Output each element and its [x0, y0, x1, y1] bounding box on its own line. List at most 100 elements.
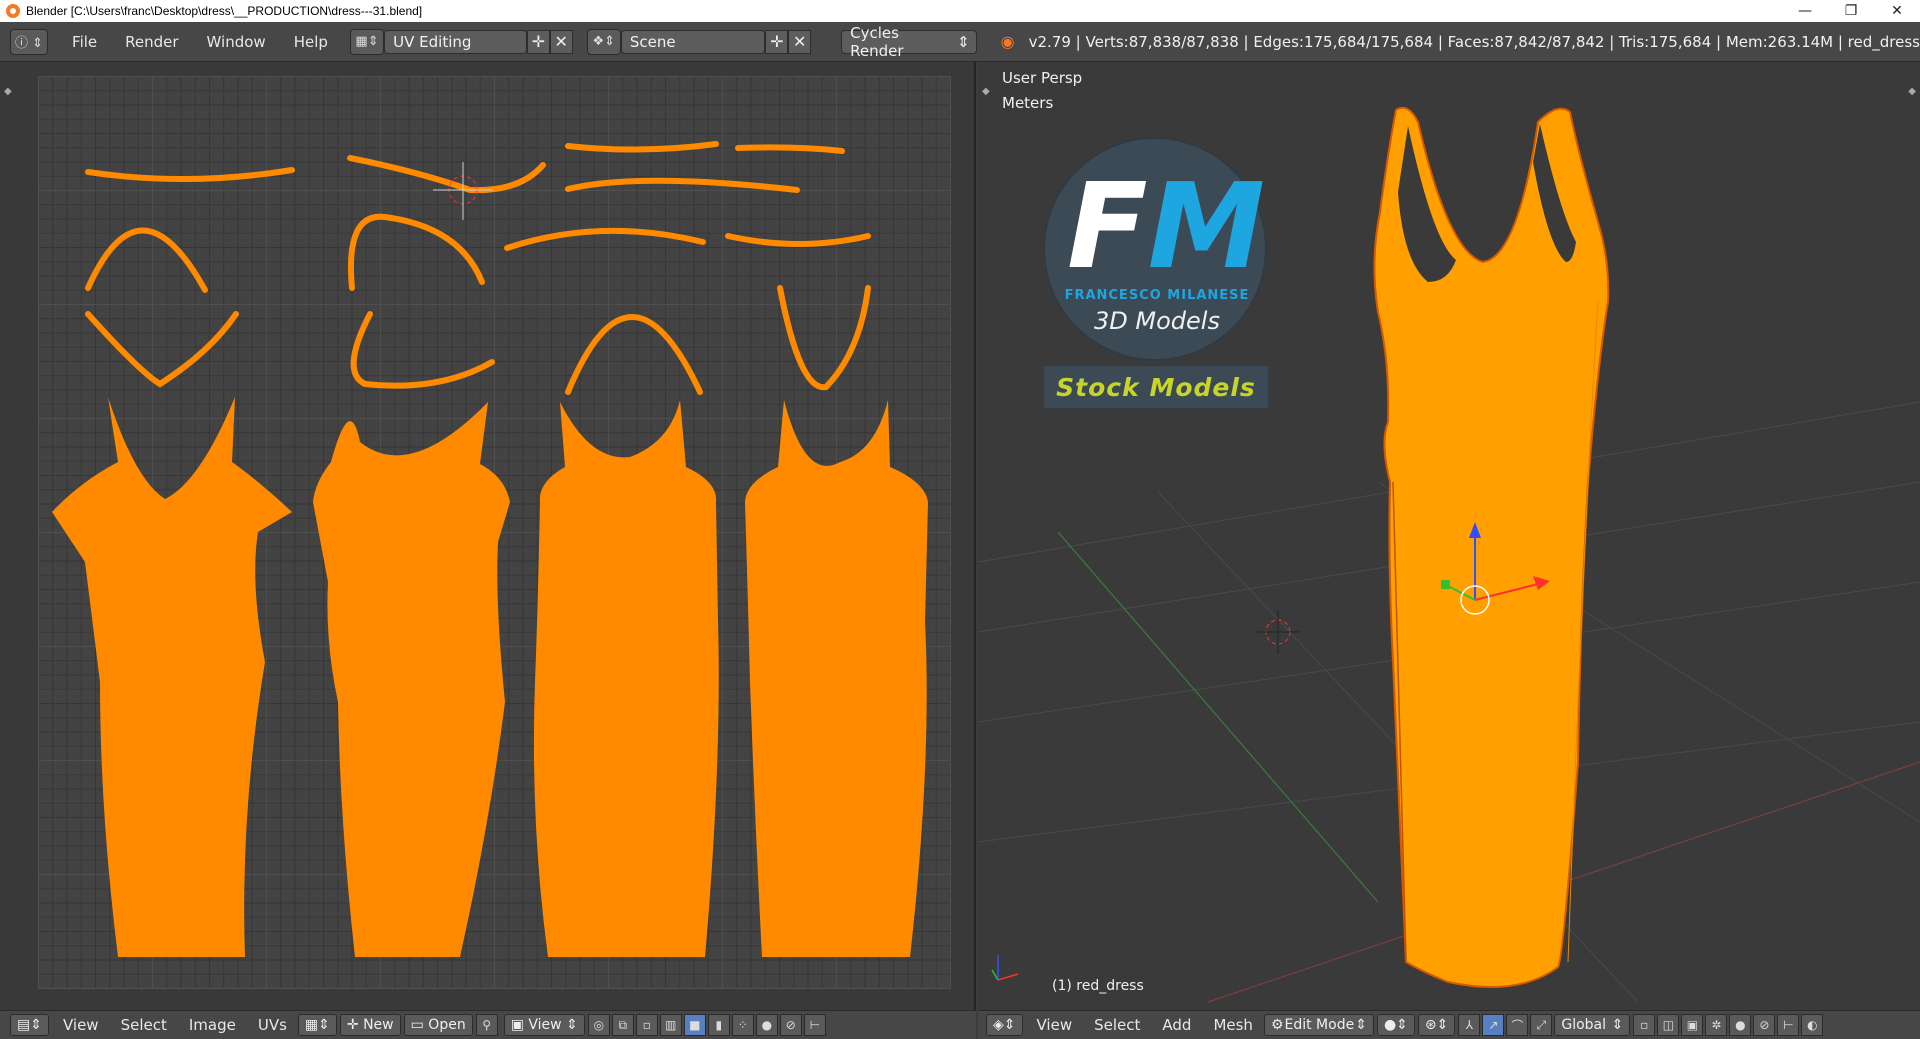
add-layout-button[interactable]: ✛	[526, 29, 550, 54]
editor-type-button[interactable]: ◈⇕	[986, 1014, 1023, 1036]
plus-icon: ✛	[770, 32, 784, 51]
render-engine-value: Cycles Render	[850, 23, 904, 60]
menu-help[interactable]: Help	[280, 33, 342, 51]
uv-editor-header: ▤⇕ View Select Image UVs ▦⇕ ✛ New ▭ Open…	[0, 1010, 976, 1039]
rotate-manipulator-icon[interactable]: ⌒	[1506, 1014, 1529, 1036]
editor-type-info-button[interactable]: ⓘ ⇕	[10, 28, 49, 55]
translate-manipulator-icon[interactable]: ↗	[1482, 1014, 1505, 1036]
3d-viewport[interactable]: ◆ ◆ User Persp Meters FM FRANCESCO MILAN…	[978, 62, 1920, 1010]
limit-selection-icon[interactable]: ✲	[1705, 1014, 1728, 1036]
red-dress-mesh[interactable]	[1373, 106, 1610, 988]
chevron-updown-icon: ⇕	[957, 32, 970, 51]
vertex-select-mode-icon[interactable]: ▫	[1633, 1014, 1656, 1036]
logo-banner: Stock Models	[1043, 365, 1269, 409]
uv-dress-panels	[52, 397, 928, 957]
menu-mesh[interactable]: Mesh	[1202, 1016, 1264, 1034]
layout-icon: ▦⇕	[355, 34, 379, 49]
view-icon: ▣	[510, 1017, 529, 1033]
screen-layout-field[interactable]: UV Editing	[384, 29, 527, 54]
menu-file[interactable]: File	[58, 33, 111, 51]
close-button[interactable]: ✕	[1874, 0, 1920, 22]
chevron-updown-icon: ⇕	[1355, 1017, 1367, 1033]
menu-select[interactable]: Select	[1083, 1016, 1151, 1034]
minimize-button[interactable]: —	[1782, 0, 1828, 22]
menu-image[interactable]: Image	[178, 1016, 247, 1034]
face-select-icon[interactable]: ■	[683, 1014, 706, 1036]
pivot-select[interactable]: ⊛⇕	[1417, 1014, 1456, 1036]
plus-icon: ✛	[346, 1017, 364, 1033]
menu-render[interactable]: Render	[111, 33, 192, 51]
pivot-icon[interactable]: ◎	[587, 1014, 610, 1036]
folder-icon: ▭	[410, 1017, 429, 1033]
menu-view[interactable]: View	[1026, 1016, 1084, 1034]
snap-target-icon[interactable]: ⊢	[803, 1014, 826, 1036]
menu-uvs[interactable]: UVs	[247, 1016, 298, 1034]
remove-scene-button[interactable]: ✕	[788, 29, 812, 54]
new-label: New	[363, 1017, 394, 1033]
shading-select[interactable]: ●⇕	[1376, 1014, 1415, 1036]
maximize-button[interactable]: ❐	[1828, 0, 1874, 22]
edit-mode-icon: ⚙	[1270, 1017, 1284, 1033]
scene-icon: ❖⇕	[592, 34, 615, 49]
snap-icon[interactable]: ⊘	[779, 1014, 802, 1036]
new-image-button[interactable]: ✛ New	[339, 1014, 401, 1036]
image-icon: ▦⇕	[304, 1017, 330, 1033]
add-scene-button[interactable]: ✛	[765, 29, 789, 54]
window-titlebar: Blender [C:\Users\franc\Desktop\dress\__…	[0, 0, 1920, 22]
info-header: ⓘ ⇕ File Render Window Help ▦⇕ UV Editin…	[0, 22, 1920, 62]
3d-cursor[interactable]	[1256, 610, 1300, 654]
cube-icon: ◈⇕	[993, 1017, 1016, 1033]
pin-icon[interactable]: ⚲	[475, 1014, 498, 1036]
menu-view[interactable]: View	[52, 1016, 110, 1034]
remove-layout-button[interactable]: ✕	[549, 29, 573, 54]
close-icon: ✕	[793, 32, 807, 51]
orientation-label: Global	[1561, 1017, 1607, 1033]
transform-orientation-select[interactable]: Global ⇕	[1554, 1014, 1631, 1036]
proportional-edit-icon[interactable]: ●	[1729, 1014, 1752, 1036]
view-mode-select[interactable]: ▣ View ⇕	[503, 1014, 585, 1036]
scene-browse-button[interactable]: ❖⇕	[586, 28, 621, 55]
render-engine-select[interactable]: Cycles Render ⇕	[841, 24, 977, 60]
edge-select-icon[interactable]: ▥	[659, 1014, 682, 1036]
menu-add[interactable]: Add	[1151, 1016, 1202, 1034]
image-browse-button[interactable]: ▦⇕	[297, 1014, 337, 1036]
snap-icon[interactable]: ⊘	[1753, 1014, 1776, 1036]
proportional-edit-icon[interactable]: ●	[755, 1014, 778, 1036]
logo-badge: FM FRANCESCO MILANESE 3D Models	[1043, 137, 1267, 361]
logo-initials: FM	[1067, 167, 1265, 285]
scene-statistics: v2.79 | Verts:87,838/87,838 | Edges:175,…	[1028, 32, 1920, 51]
solid-shading-icon: ●⇕	[1383, 1017, 1408, 1033]
menu-window[interactable]: Window	[193, 33, 280, 51]
sync-selection-icon[interactable]: ⧉	[611, 1014, 634, 1036]
logo-initial-m: M	[1147, 157, 1266, 295]
manipulator-toggle-icon[interactable]: ⅄	[1458, 1014, 1481, 1036]
scene-name: Scene	[629, 32, 676, 51]
logo-initial-f: F	[1067, 157, 1148, 295]
plus-icon: ✛	[531, 32, 545, 51]
render-preview-icon[interactable]: ◐	[1801, 1014, 1824, 1036]
sticky-mode-icon[interactable]: ⁘	[731, 1014, 754, 1036]
scene-field[interactable]: Scene	[620, 29, 766, 54]
island-select-icon[interactable]: ▮	[707, 1014, 730, 1036]
info-icon: ⓘ ⇕	[15, 36, 44, 51]
uv-islands[interactable]	[0, 62, 976, 1010]
active-object-label: (1) red_dress	[1052, 978, 1144, 994]
logo-subtitle: 3D Models	[1094, 307, 1220, 335]
mode-select[interactable]: ⚙ Edit Mode ⇕	[1263, 1014, 1374, 1036]
snap-target-icon[interactable]: ⊢	[1777, 1014, 1800, 1036]
axis-gizmo-icon	[991, 955, 1019, 981]
editor-type-button[interactable]: ▤⇕	[10, 1014, 49, 1036]
edge-select-mode-icon[interactable]: ◫	[1657, 1014, 1680, 1036]
logo-name: FRANCESCO MILANESE	[1064, 288, 1250, 303]
vertex-select-icon[interactable]: ▫	[635, 1014, 658, 1036]
scale-manipulator-icon[interactable]: ⤢	[1530, 1014, 1553, 1036]
screen-layout-browse-button[interactable]: ▦⇕	[349, 28, 385, 55]
image-editor-icon: ▤⇕	[17, 1017, 42, 1033]
y-axis-line	[1057, 531, 1379, 903]
uv-seam-strips	[85, 141, 871, 395]
open-image-button[interactable]: ▭ Open	[403, 1014, 473, 1036]
face-select-mode-icon[interactable]: ▣	[1681, 1014, 1704, 1036]
menu-select[interactable]: Select	[110, 1016, 178, 1034]
uv-image-editor[interactable]: ◆	[0, 62, 976, 1010]
pivot-icon: ⊛⇕	[1424, 1017, 1449, 1033]
